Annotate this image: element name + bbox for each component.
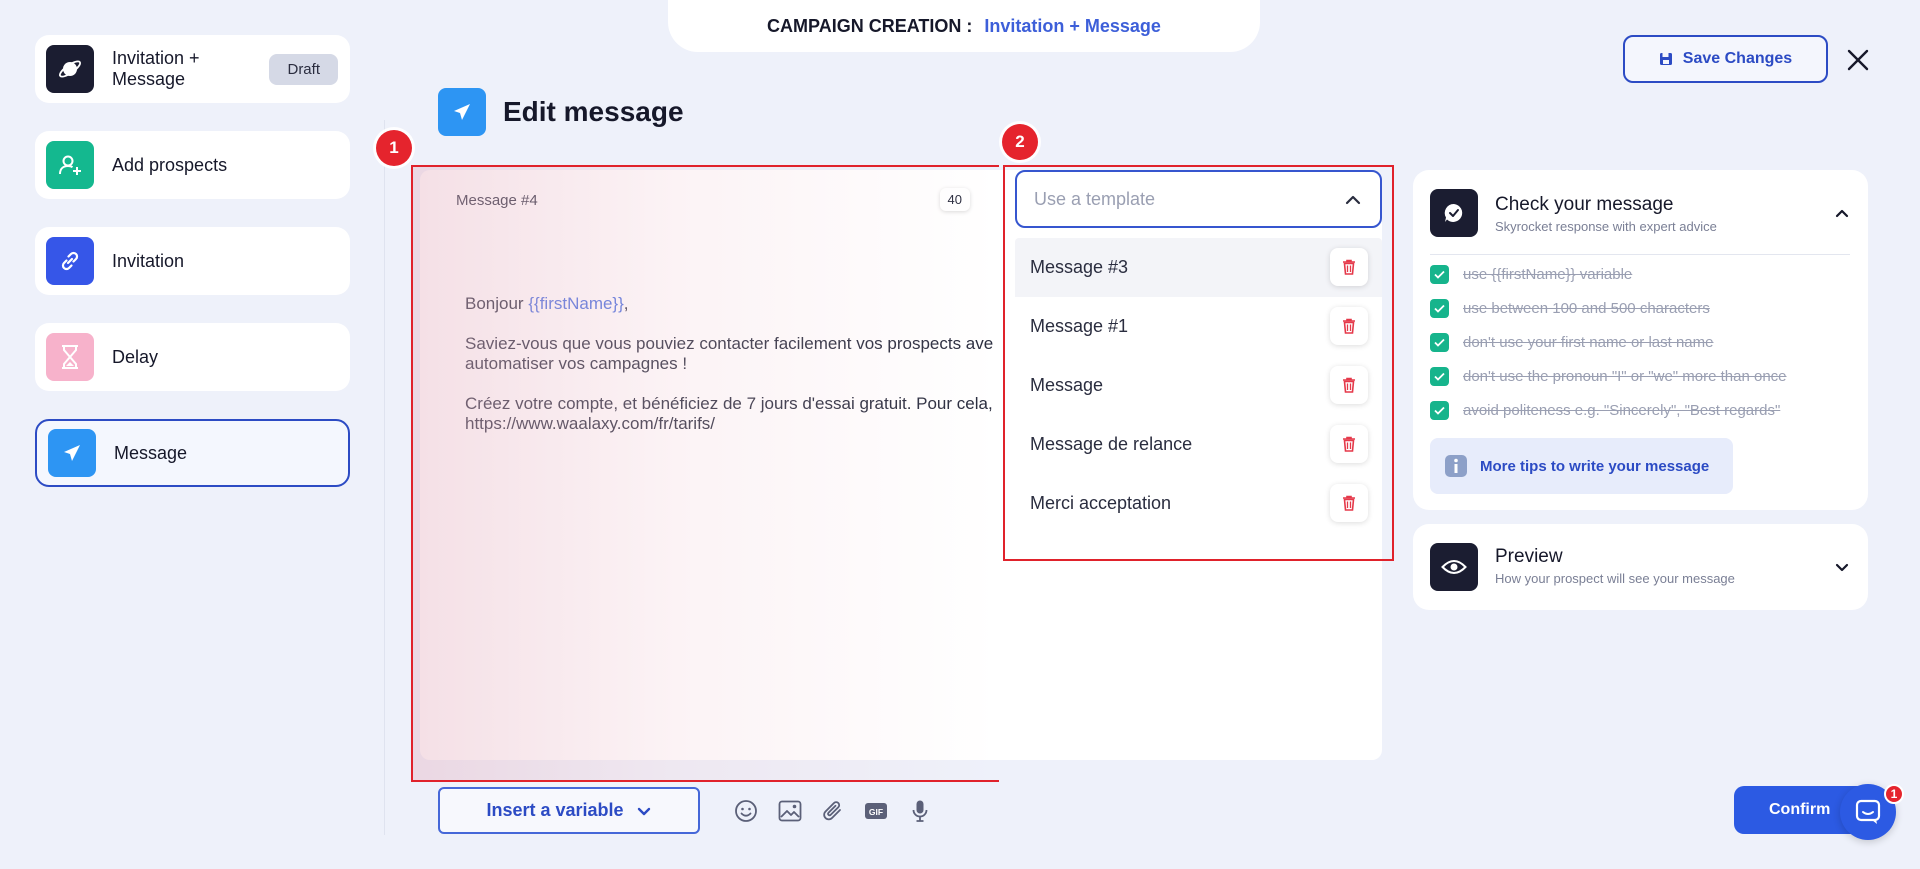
sidebar-item-add-prospects[interactable]: Add prospects (35, 131, 350, 199)
image-icon[interactable] (776, 797, 804, 825)
gif-label: GIF (869, 807, 883, 817)
annotation-badge-1: 1 (376, 130, 412, 166)
campaign-header-prefix: CAMPAIGN CREATION : (767, 15, 973, 36)
info-icon (1445, 455, 1467, 477)
more-tips-label: More tips to write your message (1480, 457, 1710, 475)
check-item-label: avoid politeness e.g. "Sincerely", "Best… (1463, 402, 1781, 419)
sidebar-item-message[interactable]: Message (35, 419, 350, 487)
preview-card-subtitle: How your prospect will see your message (1495, 571, 1735, 586)
annotation-box-1 (411, 165, 999, 782)
close-icon (1847, 49, 1869, 71)
check-item-label: don't use the pronoun "I" or "we" more t… (1463, 368, 1787, 385)
check-item-label: use between 100 and 500 characters (1463, 300, 1710, 317)
paper-plane-icon (48, 429, 96, 477)
confirm-label: Confirm (1769, 801, 1831, 818)
hourglass-icon (46, 333, 94, 381)
save-changes-button[interactable]: Save Changes (1623, 35, 1828, 83)
checkbox-checked-icon (1430, 299, 1449, 318)
preview-card-title: Preview (1495, 546, 1563, 567)
floppy-icon (1659, 53, 1672, 65)
chevron-up-icon[interactable] (1834, 205, 1850, 221)
check-card-subtitle: Skyrocket response with expert advice (1495, 219, 1717, 234)
planet-icon (46, 45, 94, 93)
check-message-card: Check your message Skyrocket response wi… (1413, 170, 1868, 510)
close-button[interactable] (1838, 40, 1878, 80)
chevron-down-icon (637, 807, 650, 815)
check-item: use {{firstName}} variable (1430, 265, 1632, 284)
check-card-divider (1430, 254, 1850, 255)
sidebar-item-label: Delay (112, 346, 159, 367)
add-user-icon (46, 141, 94, 189)
check-item: don't use the pronoun "I" or "we" more t… (1430, 367, 1787, 386)
annotation-box-2 (1003, 165, 1394, 561)
check-item: use between 100 and 500 characters (1430, 299, 1710, 318)
chevron-down-icon (1835, 563, 1849, 572)
checkbox-checked-icon (1430, 333, 1449, 352)
chat-check-icon (1430, 189, 1478, 237)
insert-variable-label: Insert a variable (486, 800, 624, 820)
sidebar-item-label: Add prospects (112, 154, 228, 175)
insert-variable-button[interactable]: Insert a variable (438, 787, 700, 834)
draft-badge: Draft (269, 53, 338, 85)
emoji-icon[interactable] (732, 797, 760, 825)
link-icon (46, 237, 94, 285)
sidebar-item-invitation[interactable]: Invitation (35, 227, 350, 295)
sidebar-item-label: Message (114, 442, 188, 463)
sidebar-item-campaign[interactable]: Invitation + Message Draft (35, 35, 350, 103)
checkbox-checked-icon (1430, 367, 1449, 386)
paper-plane-icon (438, 88, 486, 136)
chat-notification-badge: 1 (1884, 784, 1904, 804)
save-changes-label: Save Changes (1682, 50, 1793, 67)
check-item-label: use {{firstName}} variable (1463, 266, 1633, 283)
sidebar-item-delay[interactable]: Delay (35, 323, 350, 391)
page-title: Edit message (503, 96, 684, 127)
more-tips-button[interactable]: More tips to write your message (1430, 438, 1733, 494)
annotation-badge-2: 2 (1002, 124, 1038, 160)
check-item: don't use your first name or last name (1430, 333, 1713, 352)
eye-icon (1430, 543, 1478, 591)
chat-icon (1855, 799, 1881, 824)
campaign-name: Invitation + Message (984, 15, 1161, 36)
sidebar-item-label: Invitation + Message (112, 48, 200, 89)
microphone-icon[interactable] (906, 797, 934, 825)
check-item: avoid politeness e.g. "Sincerely", "Best… (1430, 401, 1780, 420)
attachment-icon[interactable] (819, 797, 847, 825)
preview-card[interactable]: Preview How your prospect will see your … (1413, 524, 1868, 610)
sidebar-divider (384, 120, 385, 835)
checkbox-checked-icon (1430, 401, 1449, 420)
gif-icon[interactable]: GIF (862, 797, 890, 825)
check-card-title: Check your message (1495, 194, 1674, 215)
checkbox-checked-icon (1430, 265, 1449, 284)
sidebar-item-label: Invitation (112, 250, 185, 271)
campaign-header: CAMPAIGN CREATION : Invitation + Message (668, 0, 1260, 52)
check-item-label: don't use your first name or last name (1463, 334, 1714, 351)
